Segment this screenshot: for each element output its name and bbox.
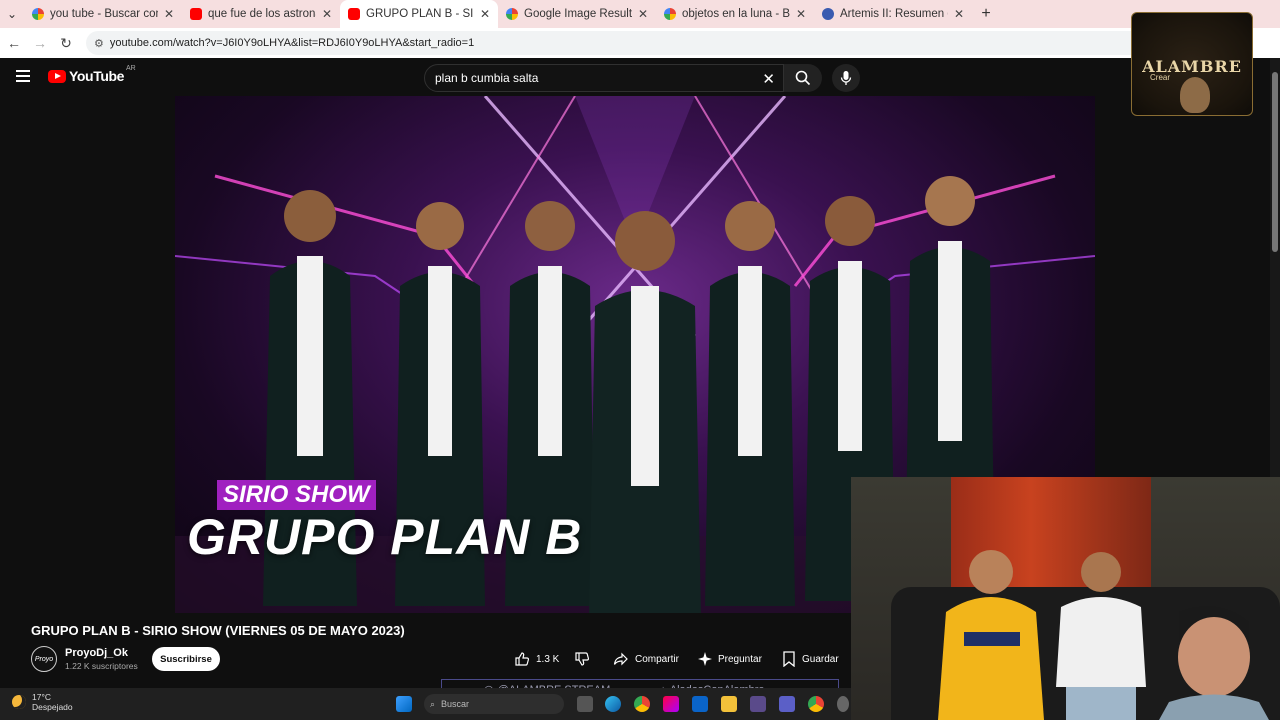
search-icon: ⌕ [430,698,436,709]
thumbs-up-icon [515,652,530,666]
tab-title: Artemis II: Resumen de la misió [840,8,948,20]
google-icon [506,8,518,20]
edge-icon[interactable] [605,696,621,712]
sparkle-icon [698,652,712,666]
address-bar-row: ← → ↻ ⚙ youtube.com/watch?v=J6I0Y9oLHYA&… [0,28,1280,58]
tab-title: GRUPO PLAN B - SIRIO SHOW [366,8,474,20]
dislike-button[interactable] [574,647,596,671]
tab-search-button[interactable]: ⌄ [0,0,24,28]
tab-0[interactable]: you tube - Buscar con Google ✕ [24,0,182,28]
youtube-icon [348,8,360,20]
youtube-wordmark: YouTube [69,68,125,84]
youtube-icon [190,8,202,20]
like-button[interactable]: 1.3 K [514,647,560,671]
chrome-active-icon[interactable] [808,696,824,712]
person-middle [1056,552,1146,720]
task-view-icon[interactable] [577,696,593,712]
subscribe-button[interactable]: Suscribirse [152,647,220,671]
file-explorer-icon[interactable] [721,696,737,712]
url-text: youtube.com/watch?v=J6I0Y9oLHYA&list=RDJ… [109,37,475,49]
windows-start-icon[interactable] [396,696,412,712]
back-icon[interactable]: ← [2,31,26,55]
tab-title: que fue de los astronautas que [208,8,316,20]
tab-title: Google Image Result [524,8,632,20]
menu-icon[interactable] [16,70,30,82]
app-icon[interactable] [750,696,766,712]
taskbar: 17°C Despejado ⌕ Buscar [0,688,851,720]
google-icon [32,8,44,20]
scrollbar-thumb[interactable] [1272,72,1278,252]
person-left [938,550,1044,720]
close-icon[interactable]: ✕ [322,7,332,21]
person-right [1159,606,1269,720]
chrome-icon[interactable] [634,696,650,712]
app-icon[interactable] [663,696,679,712]
share-icon [613,652,628,666]
close-icon[interactable]: ✕ [164,7,174,21]
search-query: plan b cumbia salta [435,71,539,85]
tab-4[interactable]: objetos en la luna - Buscar con ✕ [656,0,814,28]
youtube-header: YouTube AR plan b cumbia salta ✕ [0,58,1270,96]
video-overlay-tag: SIRIO SHOW [217,480,376,510]
ask-button[interactable]: Preguntar [698,647,762,671]
channel-avatar[interactable]: Proyo [31,646,57,672]
tab-strip: ⌄ you tube - Buscar con Google ✕ que fue… [0,0,1280,28]
video-title: GRUPO PLAN B - SIRIO SHOW (VIERNES 05 DE… [31,623,405,638]
search-button[interactable] [784,64,822,92]
ask-label: Preguntar [718,653,762,665]
subscriber-count: 1.22 K suscriptores [65,661,138,671]
new-tab-button[interactable]: + [972,0,1000,28]
settings-icon[interactable] [837,696,849,712]
temperature: 17°C [32,692,51,702]
tab-2-active[interactable]: GRUPO PLAN B - SIRIO SHOW ✕ [340,0,498,28]
channel-info[interactable]: Proyo ProyoDj_Ok 1.22 K suscriptores [31,646,138,672]
clear-search-icon[interactable]: ✕ [762,70,775,88]
country-code: AR [126,64,136,72]
like-count: 1.3 K [536,653,560,665]
taskbar-search-placeholder: Buscar [441,699,470,709]
tab-3[interactable]: Google Image Result ✕ [498,0,656,28]
wiki-icon [822,8,834,20]
voice-search-button[interactable] [832,64,860,92]
forward-icon[interactable]: → [28,31,52,55]
channel-name[interactable]: ProyoDj_Ok [65,647,138,659]
weather-condition: Despejado [32,702,73,712]
weather-widget[interactable]: 17°C Despejado [12,692,73,712]
microphone-icon [840,71,852,85]
alambre-stream-logo: ALAMBRE Crear [1131,12,1253,116]
teams-icon[interactable] [779,696,795,712]
close-icon[interactable]: ✕ [638,7,648,21]
page-scrollbar[interactable] [1270,58,1280,477]
tab-1[interactable]: que fue de los astronautas que ✕ [182,0,340,28]
close-icon[interactable]: ✕ [796,7,806,21]
google-icon [664,8,676,20]
site-info-icon[interactable]: ⚙ [94,37,104,50]
save-label: Guardar [802,653,839,665]
youtube-logo[interactable]: YouTube AR [48,64,136,84]
save-button[interactable]: Guardar [782,647,839,671]
tab-title: you tube - Buscar con Google [50,8,158,20]
youtube-play-icon [48,69,66,83]
taskbar-search-input[interactable]: ⌕ Buscar [424,694,564,714]
search-icon [795,70,811,86]
close-icon[interactable]: ✕ [480,7,490,21]
outlook-icon[interactable] [692,696,708,712]
share-button[interactable]: Compartir [613,647,679,671]
url-field[interactable]: ⚙ youtube.com/watch?v=J6I0Y9oLHYA&list=R… [86,31,1246,55]
tab-title: objetos en la luna - Buscar con [682,8,790,20]
thumbs-down-icon [575,652,590,666]
reload-icon[interactable]: ↻ [54,31,78,55]
logo-subtext: Crear [1150,73,1171,82]
share-label: Compartir [635,653,679,665]
video-overlay-title: GRUPO PLAN B [187,509,583,565]
webcam-overlay [851,477,1280,720]
search-input[interactable]: plan b cumbia salta ✕ [424,64,784,92]
close-icon[interactable]: ✕ [954,7,964,21]
logo-portrait [1180,77,1210,113]
moon-icon [12,695,26,709]
tab-5[interactable]: Artemis II: Resumen de la misió ✕ [814,0,972,28]
bookmark-icon [783,651,795,667]
